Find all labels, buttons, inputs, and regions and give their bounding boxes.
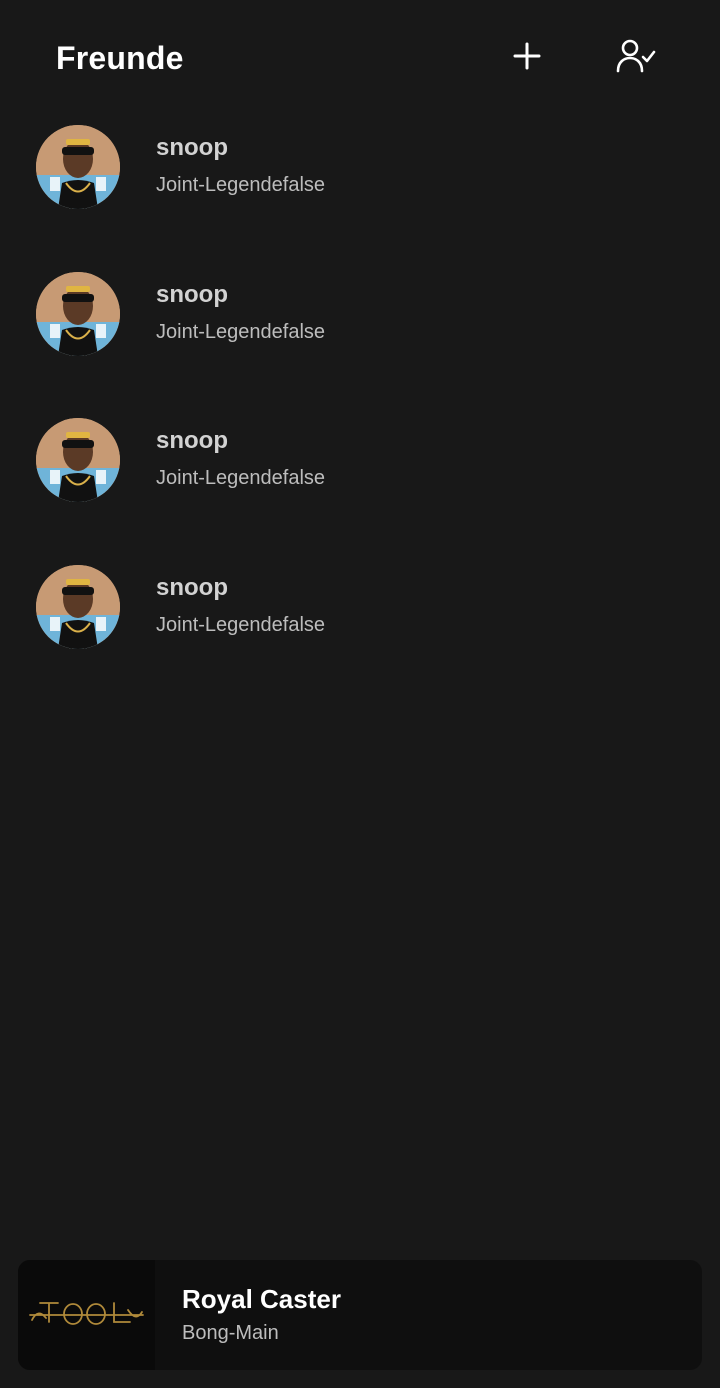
friend-name: snoop <box>156 573 228 601</box>
friend-row[interactable]: snoop Joint-Legendefalse <box>0 558 720 705</box>
friend-name: snoop <box>156 427 228 454</box>
app-header: Freunde <box>0 0 720 110</box>
page-title: Freunde <box>56 40 184 76</box>
avatar-photo <box>36 418 120 502</box>
friend-requests-button[interactable] <box>612 34 660 78</box>
friend-row[interactable]: snoop Joint-Legendefalse <box>0 411 720 558</box>
plus-icon <box>513 42 541 70</box>
mini-player[interactable]: Royal Caster Bong-Main <box>18 1260 702 1370</box>
avatar[interactable] <box>36 271 120 356</box>
tool-logo <box>29 1302 144 1325</box>
avatar-photo <box>36 271 120 356</box>
user-check-icon <box>616 39 656 73</box>
friend-list: snoop Joint-Legendefalse snoop Joint-Legen… <box>0 118 720 704</box>
friend-name: snoop <box>156 280 228 308</box>
friend-name: snoop <box>156 134 228 161</box>
friend-status: Joint-Legendefalse <box>156 174 326 196</box>
friend-status: Joint-Legendefalse <box>156 320 326 343</box>
avatar[interactable] <box>36 564 120 649</box>
add-friend-button[interactable] <box>503 34 551 78</box>
avatar-photo <box>36 564 120 649</box>
track-artist: Bong-Main <box>182 1322 279 1344</box>
friend-row[interactable]: snoop Joint-Legendefalse <box>0 118 720 265</box>
album-cover[interactable] <box>18 1260 155 1370</box>
avatar-photo <box>36 125 120 209</box>
friend-status: Joint-Legendefalse <box>156 467 326 489</box>
track-title: Royal Caster <box>182 1284 341 1314</box>
friend-status: Joint-Legendefalse <box>156 613 326 636</box>
avatar[interactable] <box>36 125 120 209</box>
avatar[interactable] <box>36 418 120 502</box>
friend-row[interactable]: snoop Joint-Legendefalse <box>0 265 720 412</box>
